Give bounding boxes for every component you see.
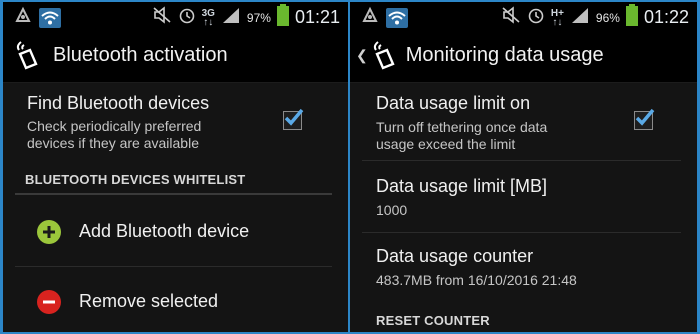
item-value: 1000 xyxy=(376,202,408,218)
minus-icon xyxy=(37,290,61,314)
alarm-icon xyxy=(527,6,545,29)
clock: 01:21 xyxy=(294,7,340,27)
page-title: Monitoring data usage xyxy=(405,43,604,66)
item-subtitle-line1: Turn off tethering once data xyxy=(376,119,548,135)
status-bar: 3G ↑↓ 97% 01:21 xyxy=(3,2,348,28)
battery-icon xyxy=(625,4,638,31)
signal-icon xyxy=(570,6,590,29)
item-title: Data usage limit [MB] xyxy=(376,176,548,196)
add-bluetooth-device-item[interactable]: Add Bluetooth device xyxy=(3,195,348,265)
settings-list: Find Bluetooth devices Check periodicall… xyxy=(3,83,348,332)
alarm-icon xyxy=(178,6,196,29)
usb-debug-icon xyxy=(13,5,33,30)
data-limit-checkbox[interactable] xyxy=(634,108,655,130)
checkmark-icon xyxy=(284,108,304,126)
battery-icon xyxy=(276,4,289,31)
plus-icon xyxy=(37,220,61,244)
add-bluetooth-label: Add Bluetooth device xyxy=(79,221,250,241)
settings-list: Data usage limit on Turn off tethering o… xyxy=(350,83,697,332)
mute-icon xyxy=(152,6,172,29)
signal-icon xyxy=(221,6,241,29)
back-chevron-icon[interactable]: ❮ xyxy=(356,47,368,64)
battery-percent: 96% xyxy=(595,10,620,25)
find-bluetooth-checkbox[interactable] xyxy=(283,108,304,130)
item-title: Find Bluetooth devices xyxy=(27,93,210,113)
reset-counter-section[interactable]: RESET COUNTER xyxy=(376,313,490,328)
find-bluetooth-devices-item[interactable]: Find Bluetooth devices Check periodicall… xyxy=(3,83,348,155)
data-usage-limit-mb-item[interactable]: Data usage limit [MB] 1000 xyxy=(350,161,697,231)
data-usage-limit-on-item[interactable]: Data usage limit on Turn off tethering o… xyxy=(350,83,697,159)
app-tethering-icon[interactable] xyxy=(372,40,396,70)
item-subtitle-line2: usage exceed the limit xyxy=(376,136,516,152)
remove-selected-item[interactable]: Remove selected xyxy=(3,267,348,332)
item-title: Data usage limit on xyxy=(376,93,531,113)
data-usage-counter-item[interactable]: Data usage counter 483.7MB from 16/10/20… xyxy=(350,233,697,301)
action-bar[interactable]: ❮ Monitoring data usage xyxy=(350,28,697,83)
status-bar: H+ ↑↓ 96% 01:22 xyxy=(350,2,697,28)
network-type: 3G ↑↓ xyxy=(201,7,215,28)
remove-selected-label: Remove selected xyxy=(79,291,219,311)
usb-debug-icon xyxy=(360,5,380,30)
action-bar: Bluetooth activation xyxy=(3,28,348,83)
mute-icon xyxy=(501,6,521,29)
clock: 01:22 xyxy=(643,7,689,27)
app-tethering-icon xyxy=(15,40,39,70)
network-type: H+ ↑↓ xyxy=(550,7,564,28)
item-value: 483.7MB from 16/10/2016 21:48 xyxy=(376,272,577,288)
item-subtitle-line1: Check periodically preferred xyxy=(27,118,202,134)
wifi-icon xyxy=(386,7,408,28)
item-title: Data usage counter xyxy=(376,246,534,266)
battery-percent: 97% xyxy=(246,10,271,25)
page-title: Bluetooth activation xyxy=(53,43,228,66)
section-header: BLUETOOTH DEVICES WHITELIST xyxy=(25,172,246,187)
wifi-icon xyxy=(39,7,61,28)
checkmark-icon xyxy=(635,108,655,126)
item-subtitle-line2: devices if they are available xyxy=(27,135,199,151)
right-screen: H+ ↑↓ 96% 01:22 ❮ Monitoring data usage D… xyxy=(350,2,697,332)
left-screen: 3G ↑↓ 97% 01:21 Bluetooth activation Find… xyxy=(3,2,348,332)
